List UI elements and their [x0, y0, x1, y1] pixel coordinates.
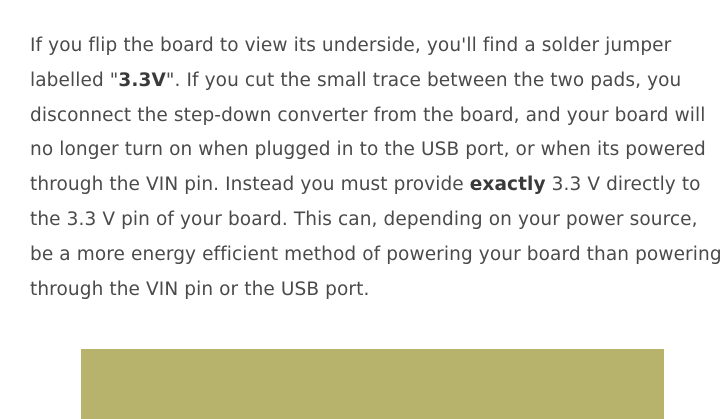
jumper-label-emphasis: 3.3V — [118, 69, 166, 91]
article-body: If you flip the board to view its unders… — [30, 29, 724, 307]
board-image — [81, 349, 664, 419]
exactly-emphasis: exactly — [469, 174, 546, 196]
solder-jumper-paragraph: If you flip the board to view its unders… — [30, 29, 724, 307]
